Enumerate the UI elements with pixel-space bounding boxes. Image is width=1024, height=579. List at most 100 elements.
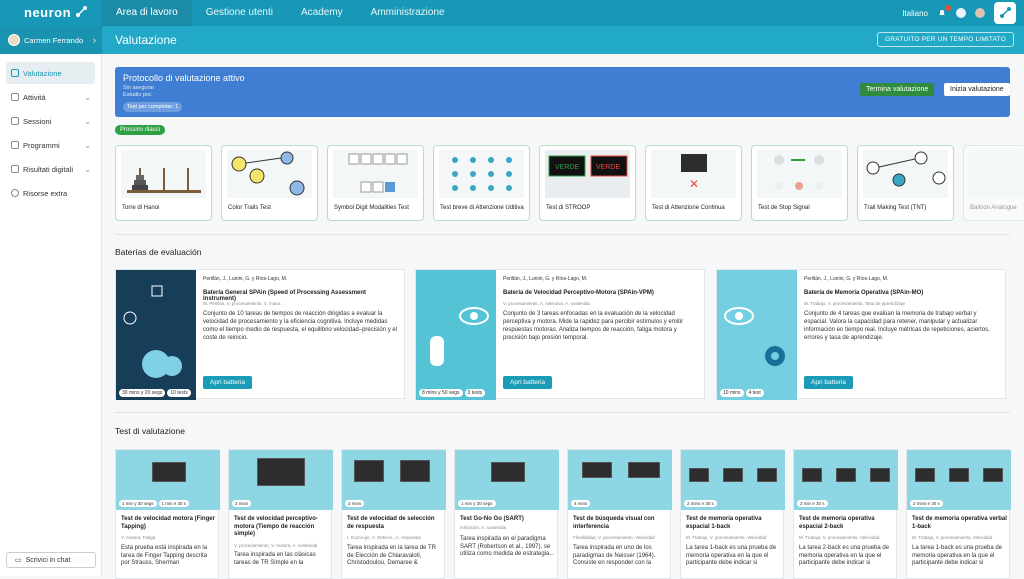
test-count-pill: 10 tests: [167, 389, 191, 397]
divider: [115, 234, 1010, 235]
open-battery-button[interactable]: Apri batteria: [804, 376, 854, 389]
test-title: Test Go-No Go (SART): [460, 516, 524, 522]
banner-line: Estudio poc: [123, 92, 152, 98]
test-card[interactable]: ✕ Test di Attenzione Continua: [645, 145, 742, 221]
status-dot-icon[interactable]: [956, 8, 966, 18]
test-meta: V. procesamiento, V. motora, A. sostenid…: [234, 543, 318, 548]
duration-pill: 1 min y 30 segs: [458, 500, 496, 507]
divider: [115, 412, 1010, 413]
test-card[interactable]: Color Trails Test: [221, 145, 318, 221]
notification-badge: [945, 5, 951, 11]
test-card[interactable]: 1 min y 30 segs Test Go-No Go (SART) Inhib…: [454, 449, 559, 579]
promo-badge[interactable]: GRATUITO PER UN TEMPO LIMITATO: [877, 32, 1014, 47]
sidebar-item-sessioni[interactable]: Sessioni ⌄: [6, 110, 95, 132]
test-duration: 4 mins: [571, 500, 591, 507]
test-card-label: Test breve di Attenzione Uditiva: [440, 205, 524, 211]
test-card[interactable]: Balloon Analogue: [963, 145, 1023, 221]
battery-card[interactable]: 10 mins 4 test Perillán, J., Lunini, G. y…: [716, 269, 1006, 400]
test-card[interactable]: Trail Making Test (TNT): [857, 145, 954, 221]
sidebar-item-valutazione[interactable]: Valutazione: [6, 62, 95, 84]
test-card[interactable]: 1 min y 30 segs 1 min e 30 s Test de veloc…: [115, 449, 220, 579]
nav-amministrazione[interactable]: Amministrazione: [357, 0, 459, 26]
test-meta: V. motora, Fatiga: [121, 535, 156, 540]
screen-icon: [491, 462, 525, 482]
sidebar-item-risorse[interactable]: Risorse extra: [6, 182, 95, 204]
avatar[interactable]: [975, 8, 985, 18]
test-card-image: [863, 150, 948, 198]
battery-image: 10 mins 4 test: [717, 270, 797, 400]
test-meta: Inhibición, A. sostenida: [460, 525, 507, 530]
bell-icon[interactable]: [937, 5, 951, 18]
screen-icon: [836, 468, 856, 482]
program-icon: [11, 141, 19, 149]
test-card[interactable]: Test de Stop Signal: [751, 145, 848, 221]
duration-pill: 1 min e 30 s: [158, 500, 190, 507]
open-battery-button[interactable]: Apri batteria: [503, 376, 553, 389]
stop-signal-icon: [774, 155, 824, 190]
test-meta: M. Trabajo, V. procesamiento, Velocidad: [799, 535, 880, 540]
open-battery-button[interactable]: Apri batteria: [203, 376, 253, 389]
chat-label: Scrivici in chat: [25, 556, 71, 564]
battery-description: Conjunto de 3 tareas enfocadas en la eva…: [503, 311, 684, 341]
test-duration: 2 mins e 30 s: [910, 500, 943, 507]
nav-gestione-utenti[interactable]: Gestione utenti: [192, 0, 287, 26]
test-card[interactable]: Symbol Digit Modalities Test: [327, 145, 424, 221]
sidebar-item-label: Risorse extra: [23, 188, 68, 198]
sidebar-item-programmi[interactable]: Programmi ⌄: [6, 134, 95, 156]
tests-section-title: Test di valutazione: [115, 426, 185, 436]
test-card[interactable]: 2 mins e 30 s Test de memoria operativa e…: [680, 449, 785, 579]
start-evaluation-button[interactable]: Inizia valutazione: [944, 83, 1010, 96]
test-card-label: Torre di Hanoi: [122, 205, 160, 211]
duration-pill: 2 mins e 30 s: [910, 500, 943, 507]
upcoming-releases-tag: Prossimi rilasci: [115, 125, 166, 135]
test-description: Esta prueba está inspirada en la tarea d…: [121, 545, 208, 566]
duration-pill: 10 mins: [720, 389, 744, 397]
user-menu[interactable]: Carmen Ferrando ›: [0, 26, 102, 54]
screen-icon: [400, 460, 430, 482]
pending-tests-pill: Test per completar: 1: [123, 102, 183, 112]
test-card-image: ✕: [651, 150, 736, 198]
battery-card[interactable]: 8 mins y 50 segs 3 tests Perillán, J., Lu…: [415, 269, 705, 400]
test-title: Test de memoria operativa espacial 2-bac…: [799, 516, 875, 530]
chevron-down-icon: ⌄: [84, 92, 91, 102]
test-title: Test de velocidad perceptivo-motora (Tie…: [234, 516, 318, 537]
batteries-section-title: Baterías de evaluación: [115, 247, 202, 257]
app-switcher-icon[interactable]: [994, 2, 1016, 24]
test-card[interactable]: VERDE VERDE Test di STROOP: [539, 145, 636, 221]
symbol-grid-icon: [348, 153, 408, 193]
duration-pill: 1 min y 30 segs: [119, 500, 157, 507]
screen-icon: [983, 468, 1003, 482]
test-card[interactable]: Torre di Hanoi: [115, 145, 212, 221]
test-card[interactable]: 2 min e 30 s Test de memoria operativa es…: [793, 449, 898, 579]
duration-pill: 30 mins y 20 segs: [119, 389, 166, 397]
test-description: Tarea inspirada en la tarea de TR de Ele…: [347, 545, 436, 566]
test-card[interactable]: 4 mins Test de búsqueda visual con interf…: [567, 449, 672, 579]
trail-making-icon: [866, 151, 946, 187]
sidebar-item-risultati[interactable]: Risultati digitali ⌄: [6, 158, 95, 180]
sidebar-item-label: Sessioni: [23, 116, 52, 126]
app-logo[interactable]: neuron: [24, 5, 88, 20]
tower-icon: [127, 168, 201, 193]
test-card[interactable]: 2 mins Test de velocidad perceptivo-motor…: [228, 449, 333, 579]
test-card[interactable]: Test breve di Attenzione Uditiva: [433, 145, 530, 221]
results-icon: [11, 165, 19, 173]
screen-icon: [915, 468, 935, 482]
test-card-image: [757, 150, 842, 198]
test-card[interactable]: 2 mins e 30 s Test de memoria operativa v…: [906, 449, 1011, 579]
screen-icon: [870, 468, 890, 482]
sidebar-item-label: Risultati digitali: [23, 164, 74, 174]
nav-area-di-lavoro[interactable]: Area di lavoro: [102, 0, 192, 26]
nav-academy[interactable]: Academy: [287, 0, 357, 26]
battery-image: 30 mins y 20 segs 10 tests: [116, 270, 196, 400]
end-evaluation-button[interactable]: Termina valutazione: [860, 83, 935, 96]
test-title: Test de memoria operativa espacial 1-bac…: [686, 516, 762, 530]
test-card-image: [333, 150, 418, 198]
battery-card[interactable]: 30 mins y 20 segs 10 tests Perillán, J., …: [115, 269, 405, 400]
language-selector[interactable]: Italiano: [902, 9, 928, 18]
main-nav: Area di lavoro Gestione utenti Academy A…: [102, 0, 459, 26]
sidebar-item-attivita[interactable]: Attività ⌄: [6, 86, 95, 108]
test-image: 1 min y 30 segs 1 min e 30 s: [116, 450, 220, 510]
chat-button[interactable]: ▭ Scrivici in chat: [6, 552, 96, 568]
sidebar: Valutazione Attività ⌄ Sessioni ⌄ Programm…: [0, 54, 102, 576]
test-card[interactable]: 2 mins Test de velocidad de selección de …: [341, 449, 446, 579]
